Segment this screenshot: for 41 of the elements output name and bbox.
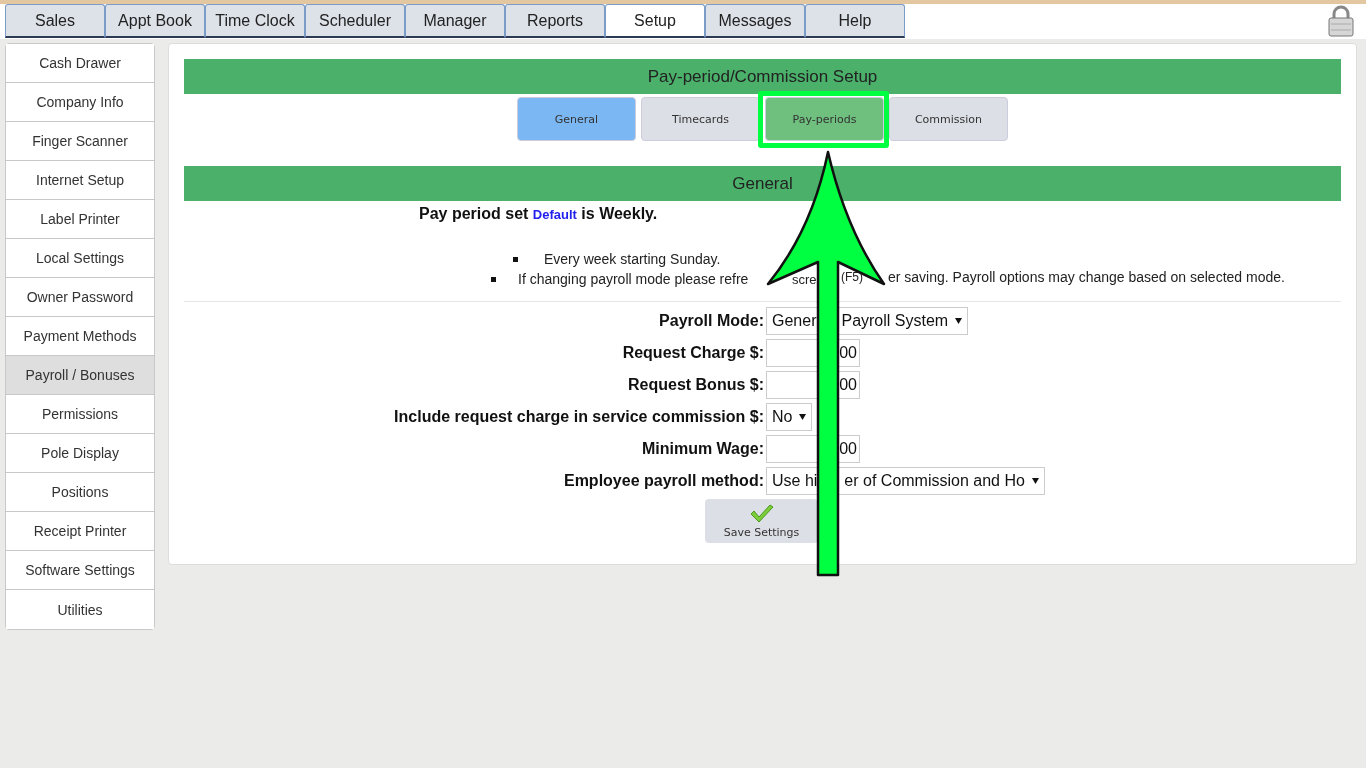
field-label: Employee payroll method: xyxy=(562,472,764,490)
nav-tab[interactable]: Sales xyxy=(5,4,105,38)
note-text: er saving. Payroll options may change based on selected mode. xyxy=(888,269,1285,285)
nav-tab[interactable]: Messages xyxy=(705,4,805,38)
field-label: Payroll Mode: xyxy=(658,312,764,330)
field-label: Request Charge $: xyxy=(621,344,764,362)
checkmark-icon xyxy=(748,503,775,524)
note-text: Every week starting Sunday. xyxy=(544,251,721,267)
settings-tab[interactable]: Timecards xyxy=(641,97,760,141)
section-header: General xyxy=(184,166,1341,201)
nav-tab[interactable]: Manager xyxy=(405,4,505,38)
sidebar-item[interactable]: Payroll / Bonuses xyxy=(6,356,154,395)
field-label: Minimum Wage: xyxy=(640,440,764,458)
dropdown[interactable]: Use hi er of Commission and Ho xyxy=(766,467,1045,495)
settings-tab[interactable]: Commission xyxy=(889,97,1008,141)
panel-header: Pay-period/Commission Setup xyxy=(184,59,1341,94)
save-button[interactable]: Save Settings xyxy=(705,499,818,543)
nav-tab[interactable]: Help xyxy=(805,4,905,38)
nav-tab[interactable]: Setup xyxy=(605,4,705,38)
dropdown[interactable]: Gener Payroll System xyxy=(766,307,969,335)
note-text: (F5) xyxy=(841,270,863,284)
bullet-icon xyxy=(491,276,496,282)
nav-tab[interactable]: Time Clock xyxy=(205,4,305,38)
dropdown[interactable]: No xyxy=(766,403,813,431)
caret-icon xyxy=(799,414,807,420)
lock-icon[interactable] xyxy=(1328,5,1354,37)
nav-tab[interactable]: Reports xyxy=(505,4,605,38)
caret-icon xyxy=(955,318,963,324)
sidebar-item[interactable]: Cash Drawer xyxy=(6,44,154,83)
caret-icon xyxy=(1031,478,1039,484)
note-text: If changing payroll mode please refre xyxy=(518,271,750,287)
nav-tab[interactable]: Appt Book xyxy=(105,4,205,38)
bullet-icon xyxy=(513,256,518,262)
note-text: scre xyxy=(792,271,817,287)
nav-tab[interactable]: Scheduler xyxy=(305,4,405,38)
field-label: Include request charge in service commission $: xyxy=(393,408,764,426)
settings-tab[interactable]: Pay-periods xyxy=(765,97,884,141)
default-link[interactable]: Default xyxy=(532,207,577,222)
pay-period-sentence: Pay period set Default is Weekly. xyxy=(419,205,659,224)
settings-tab[interactable]: General xyxy=(517,97,636,141)
field-label: Request Bonus $: xyxy=(627,376,764,394)
